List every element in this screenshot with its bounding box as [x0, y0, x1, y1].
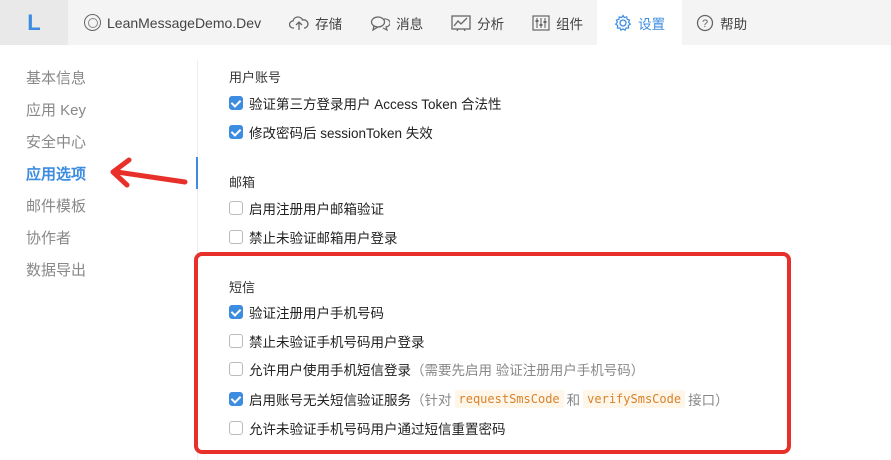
app-icon: [84, 14, 101, 31]
annotation-arrow: [110, 157, 188, 188]
option-verify-third-party-token[interactable]: 验证第三方登录用户 Access Token 合法性: [229, 95, 502, 112]
settings-sidebar: 基本信息 应用 Key 安全中心 应用选项 邮件模板 协作者 数据导出: [0, 45, 200, 460]
section-title-email: 邮箱: [229, 175, 256, 190]
checkbox[interactable]: [229, 201, 243, 215]
app-switcher[interactable]: LeanMessageDemo.Dev: [68, 0, 275, 45]
sidebar-item-collaborators[interactable]: 协作者: [26, 227, 71, 248]
sidebar-item-app-options[interactable]: 应用选项: [26, 163, 86, 184]
sidebar-item-basic-info[interactable]: 基本信息: [26, 67, 86, 88]
sidebar-item-app-key[interactable]: 应用 Key: [26, 99, 86, 120]
app-logo[interactable]: L: [0, 0, 68, 45]
cloud-upload-icon: [289, 15, 309, 30]
nav-messages[interactable]: 消息: [356, 0, 437, 45]
nav-settings[interactable]: 设置: [597, 0, 683, 45]
sidebar-item-email-templates[interactable]: 邮件模板: [26, 195, 86, 216]
nav-help[interactable]: ? 帮助: [682, 0, 761, 45]
gear-icon: [614, 13, 632, 31]
nav-components[interactable]: 组件: [518, 0, 597, 45]
svg-text:?: ?: [702, 18, 708, 30]
top-nav-bar: L LeanMessageDemo.Dev 存储 消息 分析 组件 设置 ? 帮…: [0, 0, 891, 45]
option-block-unverified-email-login[interactable]: 禁止未验证邮箱用户登录: [229, 229, 398, 246]
help-icon: ?: [696, 14, 714, 31]
sidebar-item-data-export[interactable]: 数据导出: [26, 259, 86, 280]
chart-icon: [451, 14, 471, 31]
checkbox[interactable]: [229, 96, 243, 110]
sliders-icon: [532, 14, 550, 31]
option-email-verification[interactable]: 启用注册用户邮箱验证: [229, 200, 384, 217]
sidebar-item-security[interactable]: 安全中心: [26, 131, 86, 152]
checkbox[interactable]: [229, 125, 243, 139]
nav-analytics[interactable]: 分析: [437, 0, 518, 45]
sidebar-active-indicator: [196, 157, 198, 189]
app-name-label: LeanMessageDemo.Dev: [107, 14, 262, 31]
nav-storage[interactable]: 存储: [275, 0, 356, 45]
chat-bubbles-icon: [370, 15, 391, 31]
option-session-token-invalidate[interactable]: 修改密码后 sessionToken 失效: [229, 124, 433, 141]
annotation-highlight-box: [194, 252, 791, 454]
section-title-user-account: 用户账号: [229, 70, 282, 85]
checkbox[interactable]: [229, 230, 243, 244]
